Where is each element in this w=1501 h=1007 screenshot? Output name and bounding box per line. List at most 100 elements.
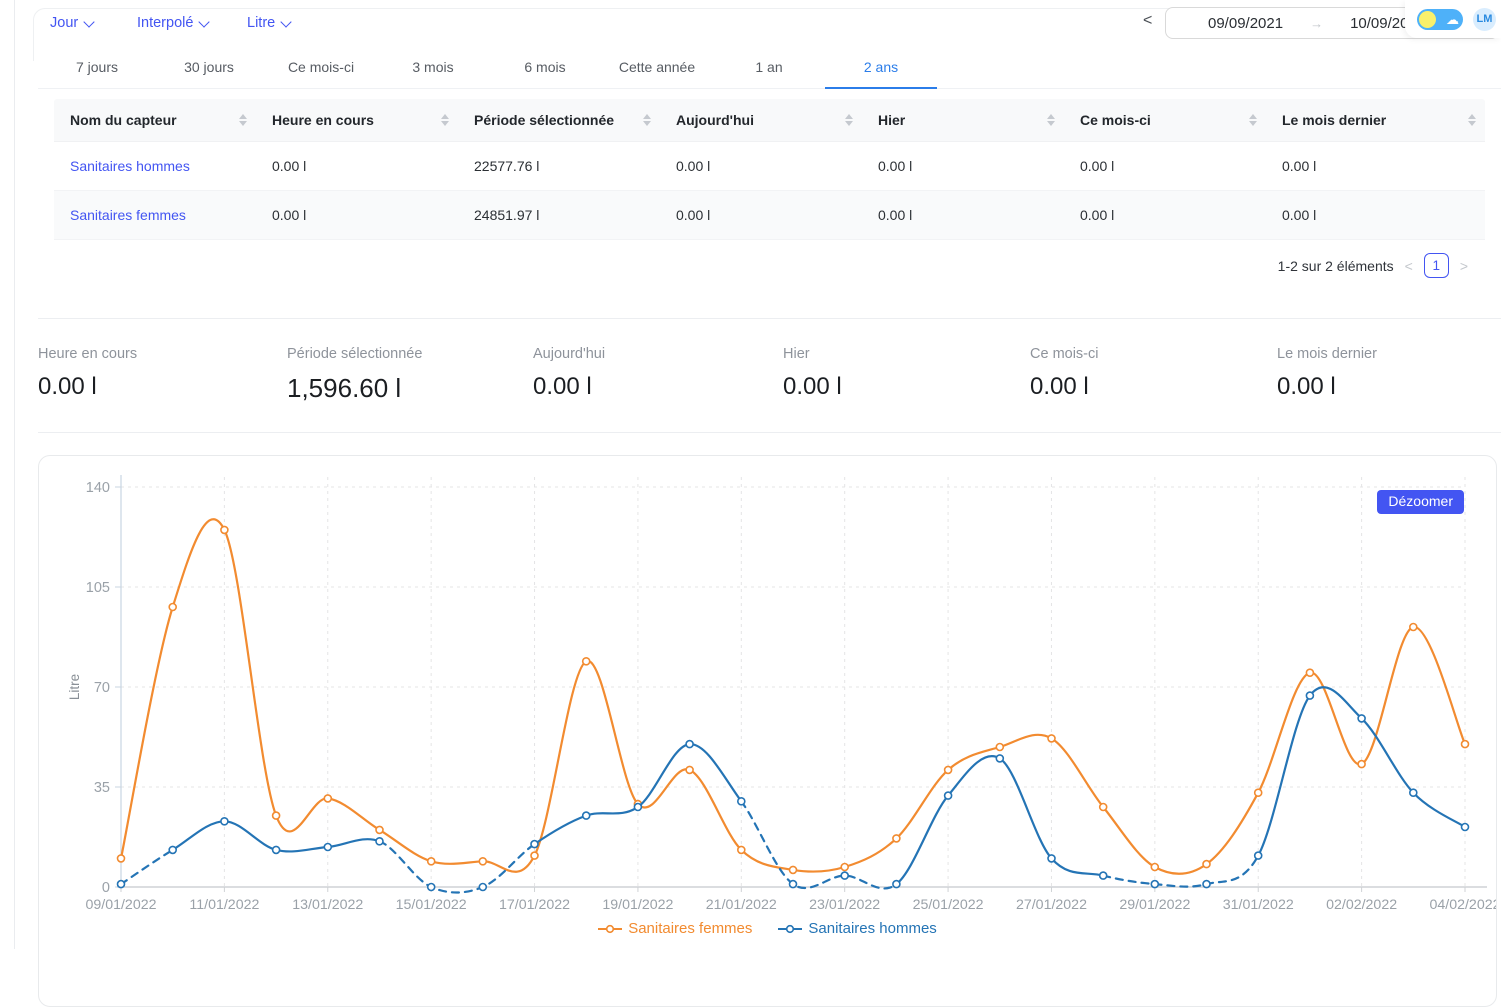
tab-30-jours[interactable]: 30 jours <box>153 47 265 88</box>
stat-value: 0.00 l <box>533 373 605 401</box>
table-cell: 0.00 l <box>862 207 1064 223</box>
svg-text:17/01/2022: 17/01/2022 <box>499 897 570 913</box>
pagination-summary: 1-2 sur 2 éléments <box>1278 258 1394 274</box>
tab-6-mois[interactable]: 6 mois <box>489 47 601 88</box>
legend-marker-icon <box>598 924 622 934</box>
tab-7-jours[interactable]: 7 jours <box>41 47 153 88</box>
table-row: Sanitaires femmes0.00 l24851.97 l0.00 l0… <box>54 191 1485 240</box>
column-header: Le mois dernier <box>1266 112 1485 128</box>
dropdown-litre[interactable]: Litre <box>247 15 290 31</box>
series-line-sanitaires-hommes <box>1103 856 1258 887</box>
tab-2-ans[interactable]: 2 ans <box>825 47 937 88</box>
zoom-out-button[interactable]: Dézoomer <box>1377 490 1464 514</box>
chevron-right-icon[interactable]: > <box>1458 258 1470 274</box>
stat-le-mois-dernier: Le mois dernier0.00 l <box>1277 318 1377 401</box>
svg-text:13/01/2022: 13/01/2022 <box>292 897 363 913</box>
sort-icon[interactable] <box>1468 114 1476 126</box>
series-line-sanitaires-hommes <box>380 841 535 892</box>
series-line-sanitaires-hommes <box>121 850 173 884</box>
stat-période-sélectionnée: Période sélectionnée1,596.60 l <box>287 318 422 404</box>
chevron-left-icon[interactable]: < <box>1403 258 1415 274</box>
table-cell: 0.00 l <box>660 207 862 223</box>
svg-text:04/02/2022: 04/02/2022 <box>1429 897 1497 913</box>
svg-text:09/01/2022: 09/01/2022 <box>85 897 156 913</box>
svg-text:0: 0 <box>102 880 110 896</box>
column-header: Hier <box>862 112 1064 128</box>
table-cell: 0.00 l <box>1064 207 1266 223</box>
stat-label: Heure en cours <box>38 346 137 362</box>
svg-text:11/01/2022: 11/01/2022 <box>189 897 259 913</box>
arrow-right-icon: → <box>1310 16 1323 31</box>
svg-text:02/02/2022: 02/02/2022 <box>1326 897 1397 913</box>
dropdown-interpolé[interactable]: Interpolé <box>137 15 208 31</box>
sort-icon[interactable] <box>239 114 247 126</box>
pagination: 1-2 sur 2 éléments < 1 > <box>1278 253 1470 278</box>
sort-icon[interactable] <box>1047 114 1055 126</box>
stat-label: Aujourd'hui <box>533 346 605 362</box>
tab-1-an[interactable]: 1 an <box>713 47 825 88</box>
table-body: Sanitaires hommes0.00 l22577.76 l0.00 l0… <box>54 142 1485 240</box>
svg-text:25/01/2022: 25/01/2022 <box>913 897 984 913</box>
svg-text:35: 35 <box>94 780 110 796</box>
chevron-down-icon <box>281 16 292 27</box>
table-cell: 0.00 l <box>1266 158 1485 174</box>
stat-value: 0.00 l <box>1030 373 1098 401</box>
stat-hier: Hier 0.00 l <box>783 318 842 401</box>
cloud-icon: ☁ <box>1446 10 1459 29</box>
column-header-label: Hier <box>878 112 905 128</box>
chart-card: 0357010514009/01/202211/01/202213/01/202… <box>38 455 1497 1007</box>
column-header: Ce mois-ci <box>1064 112 1266 128</box>
tab-cette-année[interactable]: Cette année <box>601 47 713 88</box>
svg-text:21/01/2022: 21/01/2022 <box>706 897 777 913</box>
stat-value: 1,596.60 l <box>287 373 422 404</box>
stat-value: 0.00 l <box>783 373 842 401</box>
page-number-button[interactable]: 1 <box>1424 253 1449 278</box>
page-left-border <box>14 0 15 949</box>
chevron-down-icon <box>199 16 210 27</box>
user-avatar[interactable]: LM <box>1473 8 1496 31</box>
sensor-link[interactable]: Sanitaires femmes <box>54 207 256 223</box>
column-header: Période sélectionnée <box>458 112 660 128</box>
table-cell: 24851.97 l <box>458 207 660 223</box>
divider <box>38 432 1501 433</box>
column-header: Nom du capteur <box>54 112 256 128</box>
table-cell: 0.00 l <box>256 207 458 223</box>
legend-item-sanitaires-hommes[interactable]: Sanitaires hommes <box>778 920 936 937</box>
sort-icon[interactable] <box>643 114 651 126</box>
y-axis-title: Litre <box>67 674 82 700</box>
day-night-toggle[interactable]: ☁ <box>1417 9 1463 30</box>
svg-text:27/01/2022: 27/01/2022 <box>1016 897 1087 913</box>
column-header: Heure en cours <box>256 112 458 128</box>
chevron-left-icon[interactable]: < <box>1143 12 1152 30</box>
svg-text:23/01/2022: 23/01/2022 <box>809 897 880 913</box>
svg-text:70: 70 <box>94 680 110 696</box>
svg-text:29/01/2022: 29/01/2022 <box>1119 897 1190 913</box>
dropdown-jour[interactable]: Jour <box>50 15 93 31</box>
stat-heure-en-cours: Heure en cours0.00 l <box>38 318 137 401</box>
table-cell: 0.00 l <box>1064 158 1266 174</box>
series-line-sanitaires-femmes <box>121 519 1465 874</box>
column-header-label: Heure en cours <box>272 112 374 128</box>
column-header-label: Nom du capteur <box>70 112 177 128</box>
column-header-label: Le mois dernier <box>1282 112 1386 128</box>
stat-label: Hier <box>783 346 842 362</box>
sort-icon[interactable] <box>1249 114 1257 126</box>
sort-icon[interactable] <box>845 114 853 126</box>
legend-item-sanitaires-femmes[interactable]: Sanitaires femmes <box>598 920 752 937</box>
dropdown-label: Interpolé <box>137 15 193 31</box>
sun-icon <box>1419 11 1436 28</box>
column-header-label: Période sélectionnée <box>474 112 614 128</box>
chevron-down-icon <box>84 16 95 27</box>
date-start[interactable]: 09/09/2021 <box>1208 15 1283 32</box>
table-cell: 0.00 l <box>660 158 862 174</box>
svg-text:140: 140 <box>86 480 110 496</box>
top-right-panel: ☁ LM <box>1405 0 1501 38</box>
table-cell: 0.00 l <box>1266 207 1485 223</box>
tab-3-mois[interactable]: 3 mois <box>377 47 489 88</box>
sensors-table: Nom du capteur Heure en cours Période séle… <box>54 99 1485 240</box>
tab-ce-mois-ci[interactable]: Ce mois-ci <box>265 47 377 88</box>
table-cell: 0.00 l <box>256 158 458 174</box>
sort-icon[interactable] <box>441 114 449 126</box>
column-header-label: Aujourd'hui <box>676 112 754 128</box>
sensor-link[interactable]: Sanitaires hommes <box>54 158 256 174</box>
